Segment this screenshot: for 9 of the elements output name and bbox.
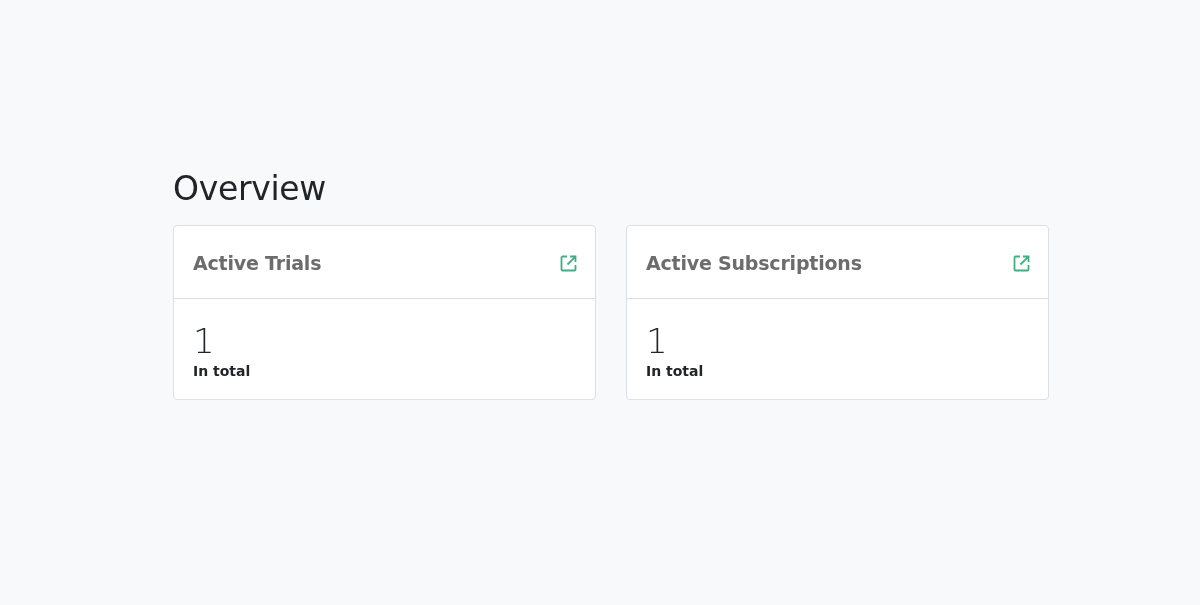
stat-value: 1: [193, 321, 215, 361]
page-title: Overview: [173, 168, 327, 210]
card-title: Active Subscriptions: [646, 252, 862, 274]
stat-caption: In total: [646, 363, 704, 379]
external-link-icon[interactable]: [560, 254, 577, 272]
stat-caption: In total: [193, 363, 251, 379]
stat-value: 1: [646, 321, 668, 361]
card-title: Active Trials: [193, 252, 322, 274]
external-link-icon[interactable]: [1013, 254, 1030, 272]
